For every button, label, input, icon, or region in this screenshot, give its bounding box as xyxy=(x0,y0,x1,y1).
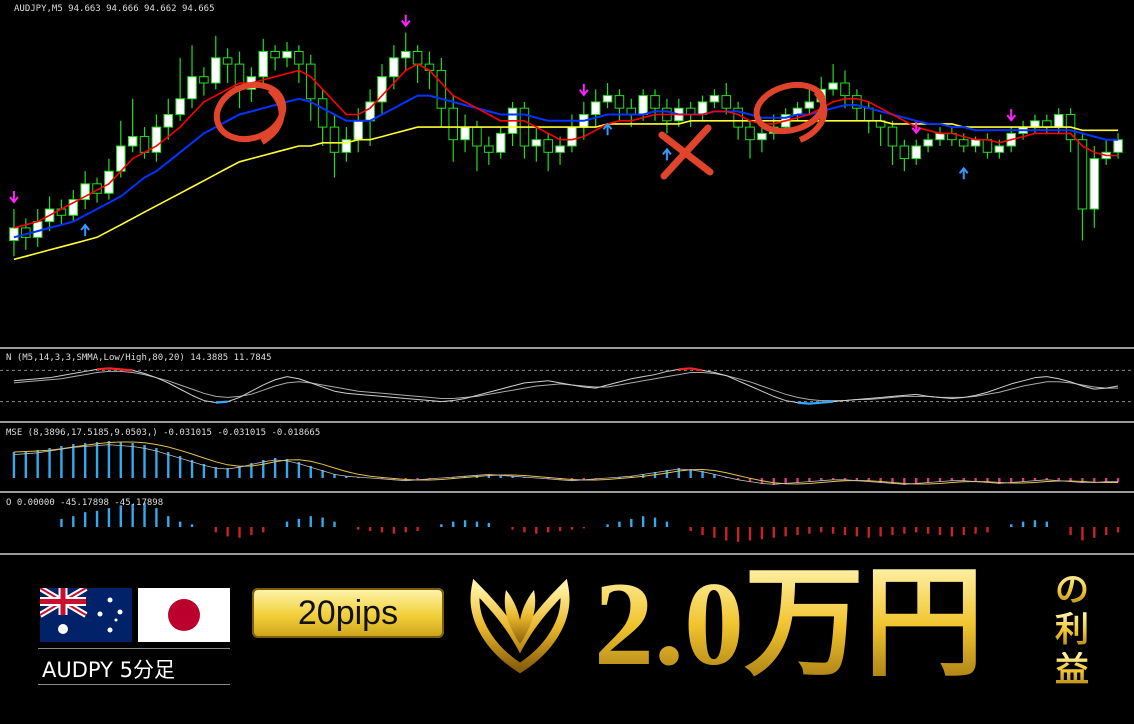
candle-body xyxy=(294,51,304,65)
candle-body xyxy=(1053,114,1064,128)
candle-body xyxy=(317,98,328,128)
candle-body xyxy=(436,69,447,109)
stoch-main-segment xyxy=(797,401,810,405)
profit-suffix-2: 利 xyxy=(1050,612,1094,650)
candle-body xyxy=(472,126,482,147)
candle-body xyxy=(210,57,221,84)
candle-body xyxy=(531,139,542,147)
candle-body xyxy=(258,51,269,78)
australia-flag-icon xyxy=(40,588,132,642)
candle-body xyxy=(567,126,577,147)
candle-body xyxy=(863,107,874,122)
candle-body xyxy=(495,132,506,153)
candle-body xyxy=(638,95,648,115)
stoch-main-segment xyxy=(821,400,834,404)
macd-label: MSE (8,3896,17.5185,9.0503,) -0.031015 -… xyxy=(6,428,321,438)
pair-rule-top xyxy=(38,648,230,649)
candle-body xyxy=(911,145,922,160)
candle-body xyxy=(982,139,993,153)
candle-body xyxy=(9,227,19,241)
candle-body xyxy=(104,170,114,194)
profit-suffix-1: の xyxy=(1050,572,1094,610)
candle-body xyxy=(270,51,280,59)
candle-body xyxy=(389,57,399,78)
candle-body xyxy=(923,139,933,147)
pips-badge: 20pips xyxy=(252,588,444,638)
candle-body xyxy=(757,132,767,141)
candle-body xyxy=(804,101,815,109)
candle-body xyxy=(935,132,945,141)
profit-amount: 2.0万円 xyxy=(594,557,984,690)
stochastic-label: N (M5,14,3,3,SMMA,Low/High,80,20) 14.388… xyxy=(6,353,272,363)
candle-body xyxy=(709,95,720,103)
candle-body xyxy=(175,98,185,115)
candle-body xyxy=(353,120,364,141)
candle-body xyxy=(1113,139,1123,153)
candle-body xyxy=(970,139,981,147)
candle-body xyxy=(412,51,423,65)
brand-logo-icon xyxy=(470,578,570,674)
candle-body xyxy=(222,57,233,65)
candle-body xyxy=(994,145,1005,153)
pair-rule-bottom xyxy=(38,684,230,685)
candle-body xyxy=(400,51,411,59)
candle-body xyxy=(448,107,458,141)
candle-body xyxy=(1077,139,1088,210)
profit-suffix-3: 益 xyxy=(1050,652,1094,690)
candle-body xyxy=(899,145,910,160)
candle-body xyxy=(721,95,732,109)
pair-timeframe-label: AUDPY 5分足 xyxy=(42,658,175,682)
price-chart[interactable] xyxy=(0,0,1134,556)
candle-body xyxy=(697,101,708,116)
candle-body xyxy=(187,76,197,100)
chart-background xyxy=(0,0,1134,556)
candle-body xyxy=(1042,120,1052,128)
stoch-main-segment xyxy=(120,368,133,372)
candle-body xyxy=(840,82,850,97)
candle-body xyxy=(828,82,838,90)
candle-body xyxy=(602,95,613,103)
candle-body xyxy=(958,139,969,147)
candle-body xyxy=(305,63,316,100)
candle-body xyxy=(1030,120,1040,128)
candle-body xyxy=(1089,158,1100,210)
japan-flag-icon xyxy=(138,588,230,642)
stoch-main-segment xyxy=(108,367,121,371)
candle-body xyxy=(614,95,625,109)
candle-body xyxy=(484,145,494,153)
candle-body xyxy=(543,139,553,153)
candle-body xyxy=(555,145,565,153)
candle-body xyxy=(590,101,601,116)
candle-body xyxy=(127,136,138,147)
main-chart-label: AUDJPY,M5 94.663 94.666 94.662 94.665 xyxy=(14,4,215,14)
stoch-main-segment xyxy=(809,401,822,405)
stoch-main-segment xyxy=(96,367,110,371)
candle-body xyxy=(151,126,162,153)
candle-body xyxy=(650,95,660,109)
candle-body xyxy=(745,126,755,141)
stoch-main-segment xyxy=(678,367,691,371)
oscillator-label: O 0.00000 -45.17898 -45.17898 xyxy=(6,498,164,508)
candle-body xyxy=(199,76,209,84)
candle-body xyxy=(163,114,174,128)
stoch-main-segment xyxy=(215,400,228,404)
candle-body xyxy=(329,126,340,153)
candle-body xyxy=(282,51,292,59)
candle-body xyxy=(887,126,898,147)
candle-body xyxy=(460,126,470,141)
